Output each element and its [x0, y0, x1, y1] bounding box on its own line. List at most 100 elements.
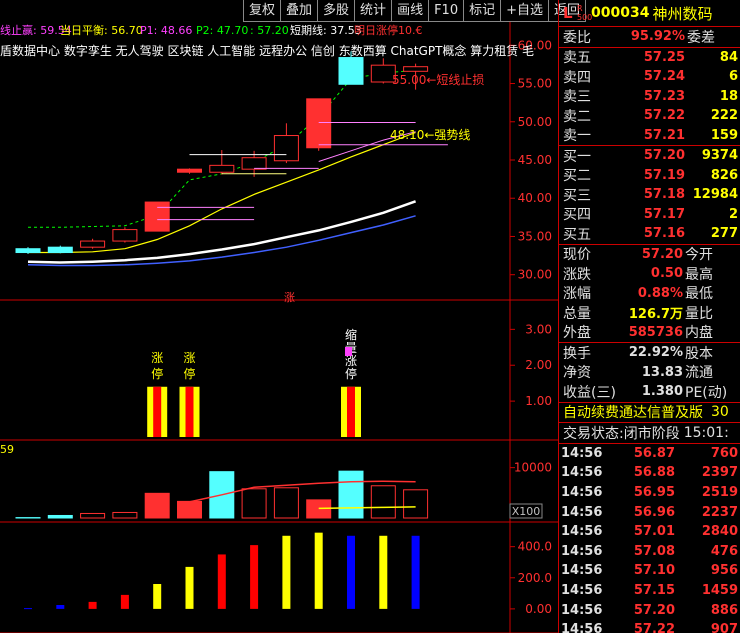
stat-row: 现价 57.20 今开: [559, 245, 740, 265]
tick-list[interactable]: 14:56 56.87 760 14:56 56.88 2397 14:56 56.95 251…: [559, 444, 740, 633]
flow-bar[interactable]: [88, 601, 97, 609]
flow-bar[interactable]: [153, 584, 162, 609]
toolbar-button[interactable]: +自选: [500, 0, 550, 22]
stat-row: 涨幅 0.88% 最低: [559, 284, 740, 304]
volume-bar[interactable]: [403, 489, 429, 519]
flow-bar[interactable]: [314, 532, 323, 609]
toolbar-button[interactable]: 统计: [354, 0, 393, 22]
order-book-row[interactable]: 买二 57.19 826: [559, 166, 740, 186]
candle[interactable]: [273, 135, 299, 162]
flow-bar[interactable]: [250, 545, 259, 609]
volume-bar[interactable]: [241, 488, 267, 519]
order-book-row[interactable]: 卖五 57.25 84: [559, 48, 740, 68]
tick-price: 57.15: [633, 582, 675, 598]
tick-time: 14:56: [561, 465, 603, 481]
stat-label: 总量: [563, 305, 591, 322]
promo-text[interactable]: 自动续费通达信普及版: [559, 402, 703, 422]
order-price: 57.17: [643, 206, 685, 222]
tick-row[interactable]: 14:56 57.08 476: [559, 541, 740, 561]
tick-row[interactable]: 14:56 57.15 1459: [559, 581, 740, 601]
candle[interactable]: [338, 57, 364, 85]
candle[interactable]: [403, 66, 429, 72]
tick-price: 56.96: [633, 504, 675, 520]
volume-bar[interactable]: [80, 512, 106, 519]
order-level-label: 买四: [563, 207, 591, 224]
order-volume: 277: [710, 226, 738, 242]
candle[interactable]: [15, 248, 41, 254]
tick-row[interactable]: 14:56 57.01 2840: [559, 522, 740, 542]
tick-volume: 886: [710, 602, 738, 618]
order-book-row[interactable]: 卖二 57.22 222: [559, 106, 740, 126]
y-tick-label: 200.0: [518, 571, 552, 585]
order-book-row[interactable]: 买四 57.17 2: [559, 205, 740, 225]
tick-time: 14:56: [561, 524, 603, 540]
k-line-chart[interactable]: 60.0055.0050.0045.0040.0035.0030.00线止赢: …: [0, 0, 558, 633]
tag-r500: R 500: [577, 4, 592, 22]
volume-bar[interactable]: [273, 487, 299, 519]
flow-bar[interactable]: [24, 608, 32, 610]
tick-row[interactable]: 14:56 57.10 956: [559, 561, 740, 581]
stat-value: 22.92%: [628, 345, 683, 361]
stat-label-2: 最高: [685, 266, 713, 283]
flow-bar[interactable]: [120, 594, 129, 609]
flow-bar[interactable]: [56, 605, 65, 609]
promo-row[interactable]: 自动续费通达信普及版 30: [559, 403, 740, 423]
toolbar-button[interactable]: 多股: [317, 0, 356, 22]
candle[interactable]: [209, 164, 235, 173]
flow-bar[interactable]: [282, 535, 291, 609]
stat-label-2: PE(动): [685, 384, 728, 401]
tick-volume: 956: [710, 563, 738, 579]
volume-bar[interactable]: [370, 485, 396, 519]
order-book-row[interactable]: 卖一 57.21 159: [559, 126, 740, 146]
order-book-row[interactable]: 买一 57.20 9374: [559, 146, 740, 166]
candle[interactable]: [306, 98, 332, 149]
order-volume: 159: [710, 127, 738, 143]
toolbar-button[interactable]: 标记: [463, 0, 502, 22]
stats-block: 现价 57.20 今开 涨跌 0.50 最高 涨幅 0.88% 最低 总量 126.7万 量比 外盘 58…: [559, 245, 740, 343]
order-volume: 9374: [701, 148, 738, 164]
volume-bar[interactable]: [47, 514, 73, 519]
volume-unit: X100: [512, 505, 541, 518]
tick-row[interactable]: 14:56 56.87 760: [559, 444, 740, 464]
volume-bar[interactable]: [144, 492, 170, 519]
flow-bar[interactable]: [217, 554, 226, 609]
order-price: 57.16: [643, 226, 685, 242]
candle[interactable]: [144, 201, 170, 232]
candle[interactable]: [80, 240, 106, 248]
toolbar-button[interactable]: F10: [428, 0, 465, 22]
flow-bar[interactable]: [411, 535, 420, 609]
flow-bar[interactable]: [379, 535, 388, 609]
tick-row[interactable]: 14:56 56.88 2397: [559, 463, 740, 483]
order-book-row[interactable]: 卖四 57.24 6: [559, 67, 740, 87]
ma-line: [27, 200, 417, 264]
tick-row[interactable]: 14:56 57.22 907: [559, 620, 740, 633]
promo-number: 30: [711, 404, 729, 421]
candle[interactable]: [241, 157, 267, 170]
legend-item: 明日涨停10.€: [354, 23, 423, 37]
candle[interactable]: [112, 229, 138, 242]
tick-row[interactable]: 14:56 56.95 2519: [559, 483, 740, 503]
order-level-label: 卖五: [563, 50, 591, 67]
flow-bar[interactable]: [185, 566, 194, 609]
order-price: 57.18: [643, 187, 685, 203]
chart-area[interactable]: 60.00 55.00 50.00 45.00 40.00 35.00 30.00 线止赢: …: [0, 0, 558, 633]
volume-bar[interactable]: [338, 470, 364, 519]
toolbar-button[interactable]: 画线: [391, 0, 430, 22]
tick-row[interactable]: 14:56 56.96 2237: [559, 502, 740, 522]
volume-bar[interactable]: [177, 500, 202, 519]
flow-bar[interactable]: [347, 535, 355, 609]
tick-price: 57.01: [633, 524, 675, 540]
order-book-row[interactable]: 卖三 57.23 18: [559, 87, 740, 107]
candle[interactable]: [47, 246, 73, 254]
toolbar-button[interactable]: 叠加: [280, 0, 319, 22]
candle[interactable]: [177, 168, 202, 173]
order-volume: 222: [710, 108, 738, 124]
legend-item: 当日平衡: 56.70: [60, 23, 143, 37]
limit-up-bar-core: [185, 386, 194, 437]
toolbar-button[interactable]: 复权: [243, 0, 282, 22]
volume-bar[interactable]: [112, 511, 138, 519]
order-book-row[interactable]: 买五 57.16 277: [559, 224, 740, 244]
tick-row[interactable]: 14:56 57.20 886: [559, 600, 740, 620]
weibi-label: 委比: [563, 29, 591, 46]
order-book-row[interactable]: 买三 57.18 12984: [559, 185, 740, 205]
